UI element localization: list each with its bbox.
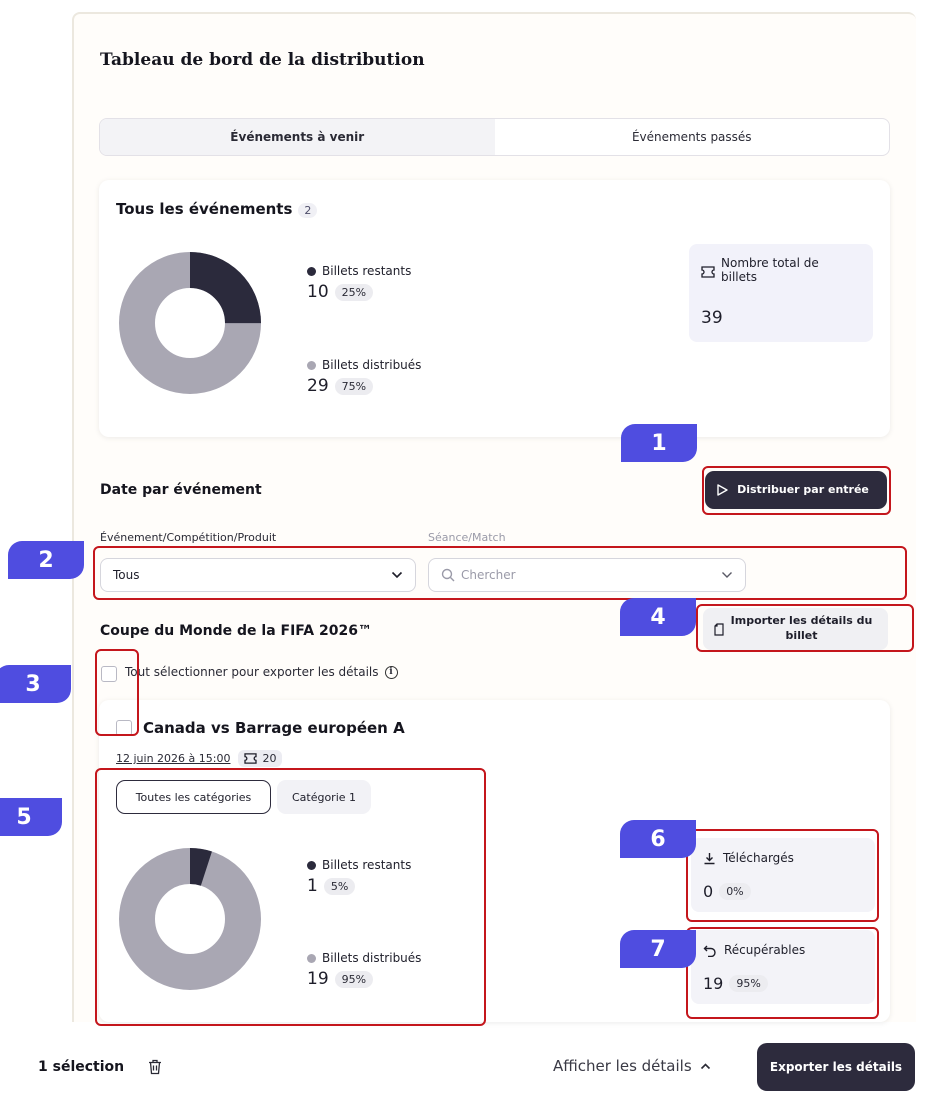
event-filter-label: Événement/Compétition/Produit — [100, 531, 277, 544]
session-filter-label: Séance/Match — [428, 531, 506, 544]
highlight-select-all — [95, 649, 139, 736]
legend-distributed: Billets distribués 29 75% — [307, 358, 421, 396]
summary-title: Tous les événements 2 — [116, 200, 318, 218]
total-tickets-box: Nombre total de billets 39 — [689, 244, 873, 342]
trash-icon[interactable] — [148, 1059, 162, 1075]
highlight-categories — [95, 768, 486, 1026]
ticket-icon — [701, 266, 715, 278]
distributed-label: Billets distribués — [322, 358, 422, 372]
remaining-label: Billets restants — [322, 264, 412, 278]
page-title: Tableau de bord de la distribution — [100, 50, 425, 70]
ticket-icon — [244, 753, 258, 764]
distributed-percent: 75% — [334, 377, 374, 395]
event-count-badge: 2 — [298, 203, 318, 218]
info-icon[interactable]: i — [384, 665, 398, 679]
highlight-recoverable — [686, 927, 879, 1019]
total-tickets-value: 39 — [701, 308, 723, 328]
remaining-value: 10 — [307, 282, 329, 302]
step-marker-4: 4 — [620, 598, 696, 636]
tab-upcoming-events[interactable]: Événements à venir — [100, 119, 495, 155]
selection-bar: 1 sélection Afficher les détails Exporte… — [0, 1038, 932, 1097]
highlight-distribute — [702, 466, 891, 515]
export-details-button[interactable]: Exporter les détails — [757, 1043, 915, 1091]
page: Tableau de bord de la distribution Événe… — [0, 0, 932, 1097]
legend-remaining: Billets restants 10 25% — [307, 264, 411, 302]
event-tabs: Événements à venir Événements passés — [99, 118, 890, 156]
summary-title-text: Tous les événements — [116, 200, 293, 218]
event-title: Canada vs Barrage européen A — [143, 719, 405, 737]
total-tickets-label: Nombre total de billets — [721, 256, 819, 284]
step-marker-3: 3 — [0, 665, 71, 703]
highlight-filters — [93, 546, 907, 600]
distributed-dot — [307, 360, 316, 370]
selection-count: 1 sélection — [38, 1059, 125, 1075]
event-tickets-count: 20 — [262, 752, 277, 765]
step-marker-6: 6 — [620, 820, 696, 858]
event-meta: 12 juin 2026 à 15:00 20 — [116, 750, 283, 767]
highlight-import — [696, 604, 914, 652]
tab-past-events[interactable]: Événements passés — [495, 119, 890, 155]
show-details-link[interactable]: Afficher les détails — [553, 1057, 711, 1075]
step-marker-2: 2 — [8, 541, 84, 579]
summary-donut-chart — [119, 252, 261, 394]
highlight-downloaded — [686, 829, 879, 922]
step-marker-1: 1 — [621, 424, 697, 462]
remaining-dot — [307, 266, 316, 276]
select-all-row: Tout sélectionner pour exporter les déta… — [125, 665, 398, 679]
event-date: 12 juin 2026 à 15:00 — [116, 752, 231, 765]
chevron-up-icon — [700, 1063, 710, 1070]
event-tickets-badge: 20 — [238, 750, 283, 767]
step-marker-5: 5 — [0, 798, 62, 836]
select-all-label: Tout sélectionner pour exporter les déta… — [125, 665, 379, 679]
distributed-value: 29 — [307, 376, 329, 396]
remaining-percent: 25% — [334, 283, 374, 301]
competition-title: Coupe du Monde de la FIFA 2026™ — [100, 623, 372, 639]
show-details-label: Afficher les détails — [553, 1057, 692, 1075]
date-section-title: Date par événement — [100, 482, 262, 498]
summary-card: Tous les événements 2 Billets restants 10… — [99, 180, 890, 437]
step-marker-7: 7 — [620, 930, 696, 968]
